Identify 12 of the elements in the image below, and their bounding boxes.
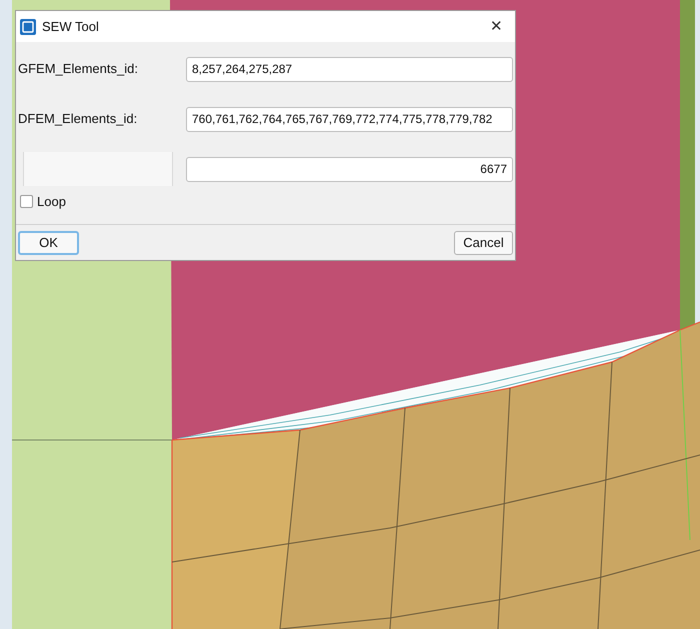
window-title: SEW Tool <box>42 18 99 36</box>
ok-button[interactable]: OK <box>18 230 79 254</box>
checkbox-label: Loop <box>37 193 66 211</box>
cancel-button[interactable]: Cancel <box>454 230 513 254</box>
input-field[interactable]: 760,761,762,764,765,767,769,772,774,775,778,779,782 <box>186 106 513 132</box>
input-field[interactable]: 6677 <box>186 156 513 182</box>
close-button[interactable]: ✕ <box>490 19 503 34</box>
loop-checkbox[interactable] <box>20 195 33 208</box>
field-label: GFEM_Elements_id: <box>18 60 139 78</box>
field-label: DFEM_Elements_id: <box>18 110 138 128</box>
app-icon <box>20 18 36 34</box>
input-field[interactable]: 8,257,264,275,287 <box>186 56 513 82</box>
